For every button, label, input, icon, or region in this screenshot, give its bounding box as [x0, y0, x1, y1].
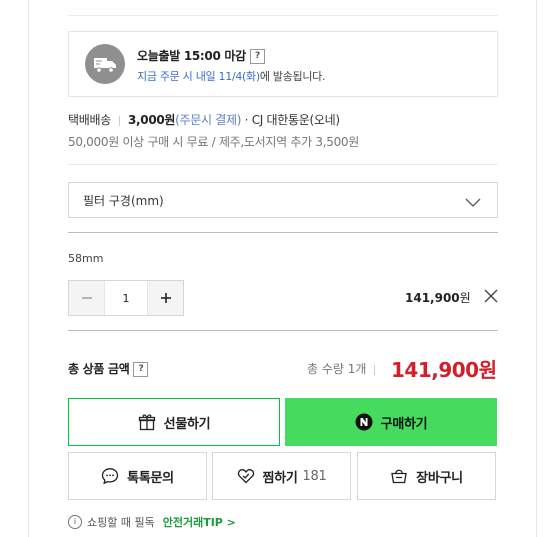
- tip-text: 쇼핑할 때 필독: [87, 516, 155, 529]
- delivery-condition: 50,000원 이상 구매 시 무료 / 제주,도서지역 추가 3,500원: [68, 135, 359, 149]
- total-quantity-text: 총 수량 1개: [307, 362, 367, 376]
- divider: [68, 164, 498, 165]
- increase-button[interactable]: [148, 281, 183, 315]
- delivery-payment-note: (주문시 결제): [175, 113, 242, 127]
- safe-trade-tip-link[interactable]: 안전거래TIP >: [163, 514, 236, 530]
- total-quantity: 총 수량 1개: [307, 360, 383, 377]
- quantity-value[interactable]: 1: [104, 281, 148, 315]
- shipping-deadline-label: 오늘출발 15:00 마감: [137, 49, 246, 63]
- page-frame-right: [536, 0, 537, 537]
- naver-pay-icon: [355, 413, 373, 431]
- divider: [68, 232, 498, 233]
- shipping-notice-date: 11/4(화): [218, 70, 261, 83]
- decrease-button[interactable]: [69, 281, 104, 315]
- chat-bubble-icon: [101, 467, 119, 485]
- talk-inquiry-label: 톡톡문의: [127, 470, 174, 486]
- option-price-value: 141,900: [405, 291, 460, 305]
- gift-button[interactable]: 선물하기: [68, 398, 280, 446]
- buy-button[interactable]: 구매하기: [285, 398, 497, 446]
- shipping-notice-suffix: 에 발송됩니다.: [259, 70, 326, 83]
- delivery-method: 택배배송: [68, 113, 111, 127]
- delivery-fee: 3,000원: [127, 113, 176, 127]
- close-icon: [484, 289, 498, 303]
- buy-button-label: 구매하기: [380, 416, 428, 432]
- gift-button-label: 선물하기: [163, 416, 211, 432]
- selected-option-price: 141,900원: [405, 289, 471, 306]
- shopping-bag-icon: [390, 467, 408, 485]
- total-label-text: 총 상품 금액: [68, 362, 130, 376]
- minus-icon: [81, 297, 92, 299]
- option-price-unit: 원: [459, 291, 471, 305]
- chevron-down-icon: [465, 193, 481, 212]
- divider: [68, 15, 498, 16]
- heart-icon: [237, 467, 255, 485]
- info-icon: i: [68, 515, 82, 529]
- cart-label: 장바구니: [416, 470, 463, 486]
- shipping-notice-text: 지금 주문 시 내일 11/4(화)에 발송됩니다.: [137, 68, 325, 84]
- wishlist-label: 찜하기: [262, 470, 298, 486]
- total-price: 141,900원: [391, 358, 497, 382]
- gift-icon: [138, 413, 156, 431]
- option-select-label: 필터 구경(mm): [83, 193, 164, 208]
- selected-option-name: 58mm: [68, 252, 104, 265]
- talk-inquiry-button[interactable]: 톡톡문의: [68, 452, 207, 500]
- delivery-carrier: CJ 대한통운(오네): [251, 113, 340, 127]
- shipping-notice: 오늘출발 15:00 마감? 지금 주문 시 내일 11/4(화)에 발송됩니다…: [68, 31, 498, 97]
- shipping-notice-prefix: 지금 주문 시 내일: [137, 70, 216, 83]
- divider: [68, 330, 498, 331]
- truck-icon: [85, 44, 125, 84]
- remove-option-button[interactable]: [484, 288, 498, 303]
- cart-button[interactable]: 장바구니: [357, 452, 496, 500]
- divider: [118, 115, 120, 126]
- help-icon[interactable]: ?: [249, 49, 265, 64]
- quantity-stepper: 1: [68, 280, 184, 316]
- page-frame-left: [28, 0, 29, 537]
- safe-trade-tip: i 쇼핑할 때 필독 안전거래TIP >: [68, 514, 236, 530]
- plus-icon: [160, 293, 171, 303]
- divider: [374, 364, 376, 375]
- shipping-deadline: 오늘출발 15:00 마감?: [137, 47, 265, 64]
- option-select[interactable]: 필터 구경(mm): [68, 182, 498, 218]
- wishlist-count: 181: [302, 468, 327, 484]
- wishlist-button[interactable]: 찜하기 181: [212, 452, 351, 500]
- help-icon[interactable]: ?: [133, 362, 149, 377]
- delivery-info: 택배배송 3,000원(주문시 결제) · CJ 대한통운(오네): [68, 113, 340, 127]
- total-label: 총 상품 금액?: [68, 360, 149, 377]
